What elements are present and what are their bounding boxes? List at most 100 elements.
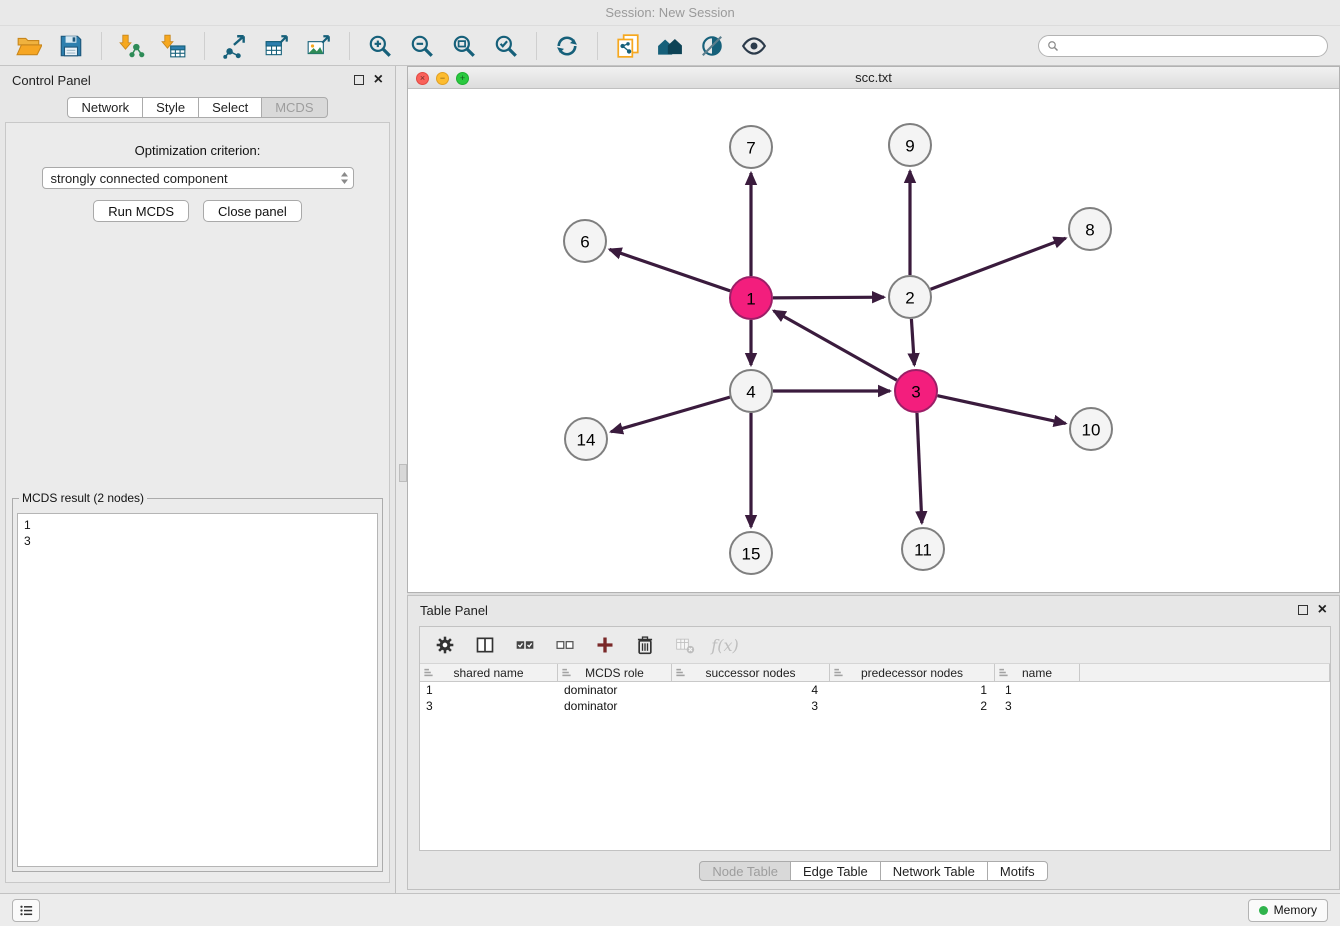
table-cell: 3 — [672, 698, 830, 714]
clone-network-button[interactable] — [607, 29, 649, 63]
close-table-panel-icon[interactable]: × — [1318, 602, 1327, 618]
tab-mcds[interactable]: MCDS — [261, 97, 327, 118]
task-history-button[interactable] — [12, 899, 40, 922]
table-row[interactable]: 3dominator323 — [420, 698, 1330, 714]
unselect-all-columns-button[interactable] — [552, 632, 578, 658]
run-mcds-button[interactable]: Run MCDS — [93, 200, 189, 222]
graph-node-1[interactable]: 1 — [730, 277, 772, 319]
graph-node-6[interactable]: 6 — [564, 220, 606, 262]
vertical-splitter[interactable] — [397, 66, 407, 893]
maximize-window-icon[interactable]: + — [456, 72, 469, 85]
export-image-button[interactable] — [298, 29, 340, 63]
optimization-select[interactable]: strongly connected component — [42, 167, 354, 189]
import-network-icon — [119, 33, 145, 59]
zoom-out-icon — [409, 33, 435, 59]
close-window-icon[interactable]: × — [416, 72, 429, 85]
column-header-MCDS-role[interactable]: MCDS role — [558, 664, 672, 681]
graph-node-4[interactable]: 4 — [730, 370, 772, 412]
create-column-button[interactable] — [592, 632, 618, 658]
column-header-successor-nodes[interactable]: successor nodes — [672, 664, 830, 681]
table-body: 1dominator4113dominator323 — [420, 682, 1330, 850]
graph-edge-3-1[interactable] — [774, 311, 897, 380]
tab-network-table[interactable]: Network Table — [880, 861, 988, 881]
search-box[interactable] — [1038, 35, 1328, 57]
zoom-in-button[interactable] — [359, 29, 401, 63]
column-header-filler — [1080, 664, 1330, 681]
window-title: Session: New Session — [605, 5, 734, 20]
column-header-predecessor-nodes[interactable]: predecessor nodes — [830, 664, 995, 681]
graph-edge-1-6[interactable] — [610, 249, 731, 290]
search-icon — [1047, 40, 1059, 52]
column-header-shared-name[interactable]: shared name — [420, 664, 558, 681]
memory-button[interactable]: Memory — [1248, 899, 1328, 922]
close-panel-button[interactable]: Close panel — [203, 200, 302, 222]
open-session-button[interactable] — [8, 29, 50, 63]
svg-text:9: 9 — [905, 137, 914, 156]
function-builder-button: f(x) — [712, 632, 738, 658]
search-input[interactable] — [1064, 39, 1319, 53]
column-header-name[interactable]: name — [995, 664, 1080, 681]
control-panel-tabs: NetworkStyleSelectMCDS — [0, 97, 395, 118]
toolbar-button-group — [8, 29, 775, 63]
control-panel-header: Control Panel × — [0, 66, 395, 94]
network-window-titlebar[interactable]: × − + scc.txt — [408, 67, 1339, 89]
graph-edge-2-3[interactable] — [911, 319, 914, 365]
graphics-details-button[interactable] — [691, 29, 733, 63]
sort-icon — [998, 667, 1009, 678]
table-cell: 3 — [995, 698, 1080, 714]
graph-edge-1-2[interactable] — [773, 297, 884, 298]
graph-node-3[interactable]: 3 — [895, 370, 937, 412]
tab-select[interactable]: Select — [198, 97, 262, 118]
show-hide-button[interactable] — [733, 29, 775, 63]
table-cell-filler — [1080, 698, 1330, 714]
mcds-result-list[interactable]: 13 — [17, 513, 378, 867]
tab-edge-table[interactable]: Edge Table — [790, 861, 881, 881]
zoom-selected-button[interactable] — [485, 29, 527, 63]
zoom-fit-button[interactable] — [443, 29, 485, 63]
save-session-button[interactable] — [50, 29, 92, 63]
svg-text:10: 10 — [1082, 421, 1101, 440]
graph-node-11[interactable]: 11 — [902, 528, 944, 570]
svg-text:15: 15 — [742, 545, 761, 564]
svg-text:7: 7 — [746, 139, 755, 158]
gear-icon — [435, 635, 455, 655]
zoom-out-button[interactable] — [401, 29, 443, 63]
show-columns-button[interactable] — [472, 632, 498, 658]
tab-motifs[interactable]: Motifs — [987, 861, 1048, 881]
table-settings-button[interactable] — [432, 632, 458, 658]
minimize-window-icon[interactable]: − — [436, 72, 449, 85]
close-panel-icon[interactable]: × — [374, 72, 383, 88]
import-network-button[interactable] — [111, 29, 153, 63]
apply-layout-button[interactable] — [546, 29, 588, 63]
checked-boxes-icon — [515, 635, 535, 655]
float-panel-icon[interactable] — [354, 75, 364, 85]
graph-edge-3-11[interactable] — [917, 413, 922, 523]
tab-style[interactable]: Style — [142, 97, 199, 118]
import-table-button[interactable] — [153, 29, 195, 63]
graph-edge-4-14[interactable] — [611, 397, 730, 432]
graph-edge-3-10[interactable] — [937, 396, 1065, 424]
tab-network[interactable]: Network — [67, 97, 143, 118]
float-table-panel-icon[interactable] — [1298, 605, 1308, 615]
tab-node-table[interactable]: Node Table — [699, 861, 791, 881]
graph-node-15[interactable]: 15 — [730, 532, 772, 574]
memory-label: Memory — [1274, 903, 1317, 917]
graph-node-2[interactable]: 2 — [889, 276, 931, 318]
delete-columns-button[interactable] — [632, 632, 658, 658]
export-table-button[interactable] — [256, 29, 298, 63]
select-all-columns-button[interactable] — [512, 632, 538, 658]
graph-node-10[interactable]: 10 — [1070, 408, 1112, 450]
graph-node-9[interactable]: 9 — [889, 124, 931, 166]
table-row[interactable]: 1dominator411 — [420, 682, 1330, 698]
eye-icon — [741, 33, 767, 59]
graph-node-14[interactable]: 14 — [565, 418, 607, 460]
first-neighbors-button[interactable] — [649, 29, 691, 63]
optimization-select-value: strongly connected component — [51, 171, 228, 186]
graph-edge-2-8[interactable] — [931, 238, 1066, 289]
table-panel-title: Table Panel — [420, 603, 488, 618]
network-canvas[interactable]: 7 9 6 8 1 2 4 3 14 10 15 11 — [408, 89, 1339, 592]
export-network-button[interactable] — [214, 29, 256, 63]
graph-node-8[interactable]: 8 — [1069, 208, 1111, 250]
graph-node-7[interactable]: 7 — [730, 126, 772, 168]
table-container: f(x) shared nameMCDS rolesuccessor nodes… — [419, 626, 1331, 851]
